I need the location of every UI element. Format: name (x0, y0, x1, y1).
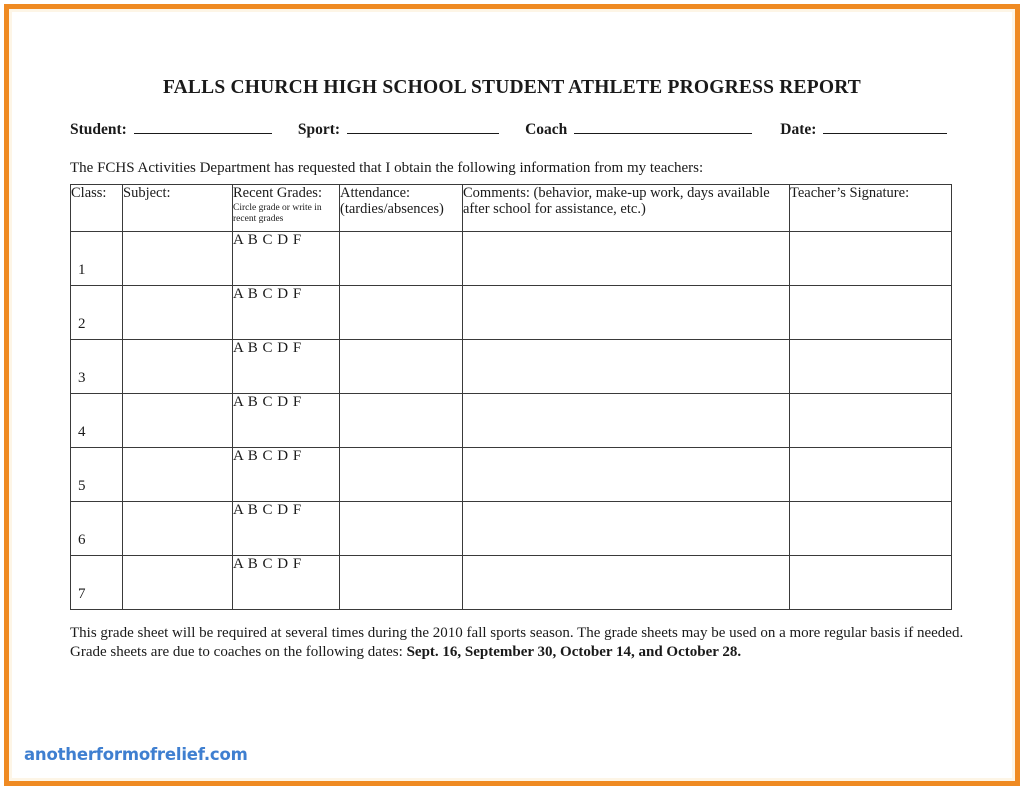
sport-field[interactable]: Sport: (297, 120, 500, 139)
cell-class-number: 2 (70, 285, 123, 340)
student-label: Student: (70, 121, 127, 138)
sport-label: Sport: (297, 121, 341, 138)
header-recent-grades: Recent Grades: Circle grade or write in r… (232, 184, 340, 232)
table-header-row: Class: Subject: Recent Grades: Circle gra… (70, 184, 952, 232)
border-left (4, 4, 9, 786)
date-input-rule[interactable] (823, 120, 948, 134)
cell-comments[interactable] (462, 501, 790, 556)
cell-attendance[interactable] (339, 231, 463, 286)
header-class: Class: (70, 184, 123, 232)
cell-teacher-signature[interactable] (789, 501, 952, 556)
table-row: 4 A B C D F (70, 393, 952, 448)
table-row: 3 A B C D F (70, 339, 952, 394)
table-row: 2 A B C D F (70, 285, 952, 340)
table-body: 1 A B C D F 2 A B C D F 3 A B C D F 4 A B C D F… (70, 231, 952, 610)
cell-attendance[interactable] (339, 393, 463, 448)
cell-teacher-signature[interactable] (789, 339, 952, 394)
coach-field[interactable]: Coach (525, 120, 753, 139)
cell-comments[interactable] (462, 447, 790, 502)
cell-subject[interactable] (122, 231, 233, 286)
cell-subject[interactable] (122, 447, 233, 502)
watermark-link[interactable]: anotherformofrelief.com (24, 745, 248, 764)
cell-subject[interactable] (122, 501, 233, 556)
cell-attendance[interactable] (339, 339, 463, 394)
class-number: 7 (78, 586, 86, 602)
cell-comments[interactable] (462, 393, 790, 448)
class-number: 1 (78, 262, 86, 278)
border-top (4, 4, 1020, 9)
cell-comments[interactable] (462, 231, 790, 286)
header-class-label: Class: (71, 185, 107, 201)
cell-class-number: 7 (70, 555, 123, 610)
cell-attendance[interactable] (339, 555, 463, 610)
header-subject: Subject: (122, 184, 233, 232)
cell-subject[interactable] (122, 339, 233, 394)
date-label: Date: (780, 121, 817, 138)
table-row: 7 A B C D F (70, 555, 952, 610)
sport-input-rule[interactable] (347, 120, 500, 134)
cell-recent-grades[interactable]: A B C D F (232, 393, 340, 448)
border-right (1015, 4, 1020, 786)
cell-recent-grades[interactable]: A B C D F (232, 339, 340, 394)
cell-class-number: 4 (70, 393, 123, 448)
footer-due-dates: Sept. 16, September 30, October 14, and … (406, 644, 742, 661)
class-number: 2 (78, 316, 86, 332)
cell-recent-grades[interactable]: A B C D F (232, 555, 340, 610)
coach-input-rule[interactable] (574, 120, 753, 134)
cell-subject[interactable] (122, 285, 233, 340)
class-number: 5 (78, 478, 86, 494)
footer-note: This grade sheet will be required at sev… (70, 624, 966, 662)
student-field[interactable]: Student: (70, 120, 272, 139)
class-number: 4 (78, 424, 86, 440)
header-signature: Teacher’s Signature: (789, 184, 952, 232)
cell-attendance[interactable] (339, 447, 463, 502)
cell-comments[interactable] (462, 339, 790, 394)
cell-class-number: 1 (70, 231, 123, 286)
header-comments-label: Comments: (behavior, make-up work, days … (463, 185, 770, 218)
cell-subject[interactable] (122, 393, 233, 448)
header-attendance: Attendance: (tardies/absences) (339, 184, 463, 232)
cell-attendance[interactable] (339, 501, 463, 556)
cell-recent-grades[interactable]: A B C D F (232, 285, 340, 340)
header-attendance-sublabel: (tardies/absences) (340, 201, 444, 218)
student-input-rule[interactable] (133, 120, 272, 134)
cell-comments[interactable] (462, 555, 790, 610)
cell-recent-grades[interactable]: A B C D F (232, 501, 340, 556)
cell-class-number: 3 (70, 339, 123, 394)
table-row: 1 A B C D F (70, 231, 952, 286)
cell-comments[interactable] (462, 285, 790, 340)
document-sheet: FALLS CHURCH HIGH SCHOOL STUDENT ATHLETE… (12, 12, 1012, 778)
header-comments: Comments: (behavior, make-up work, days … (462, 184, 790, 232)
header-attendance-label: Attendance: (340, 185, 411, 201)
table-row: 5 A B C D F (70, 447, 952, 502)
progress-report-table: Class: Subject: Recent Grades: Circle gra… (70, 184, 952, 610)
page-title: FALLS CHURCH HIGH SCHOOL STUDENT ATHLETE… (162, 77, 862, 98)
cell-class-number: 5 (70, 447, 123, 502)
cell-teacher-signature[interactable] (789, 555, 952, 610)
intro-paragraph: The FCHS Activities Department has reque… (70, 160, 704, 176)
class-number: 3 (78, 370, 86, 386)
cell-recent-grades[interactable]: A B C D F (232, 447, 340, 502)
table-row: 6 A B C D F (70, 501, 952, 556)
cell-teacher-signature[interactable] (789, 285, 952, 340)
cell-attendance[interactable] (339, 285, 463, 340)
cell-class-number: 6 (70, 501, 123, 556)
header-recent-grades-sublabel: Circle grade or write in recent grades (233, 203, 322, 225)
border-bottom (4, 781, 1020, 786)
cell-teacher-signature[interactable] (789, 393, 952, 448)
header-signature-label: Teacher’s Signature: (790, 185, 910, 201)
cell-teacher-signature[interactable] (789, 231, 952, 286)
cell-teacher-signature[interactable] (789, 447, 952, 502)
date-field[interactable]: Date: (780, 120, 948, 139)
cell-subject[interactable] (122, 555, 233, 610)
cell-recent-grades[interactable]: A B C D F (232, 231, 340, 286)
identity-field-row: Student: Sport: Coach Date: (70, 120, 982, 144)
coach-label: Coach (525, 121, 568, 138)
header-subject-label: Subject: (123, 185, 171, 201)
class-number: 6 (78, 532, 86, 548)
header-recent-grades-label: Recent Grades: (233, 185, 322, 201)
